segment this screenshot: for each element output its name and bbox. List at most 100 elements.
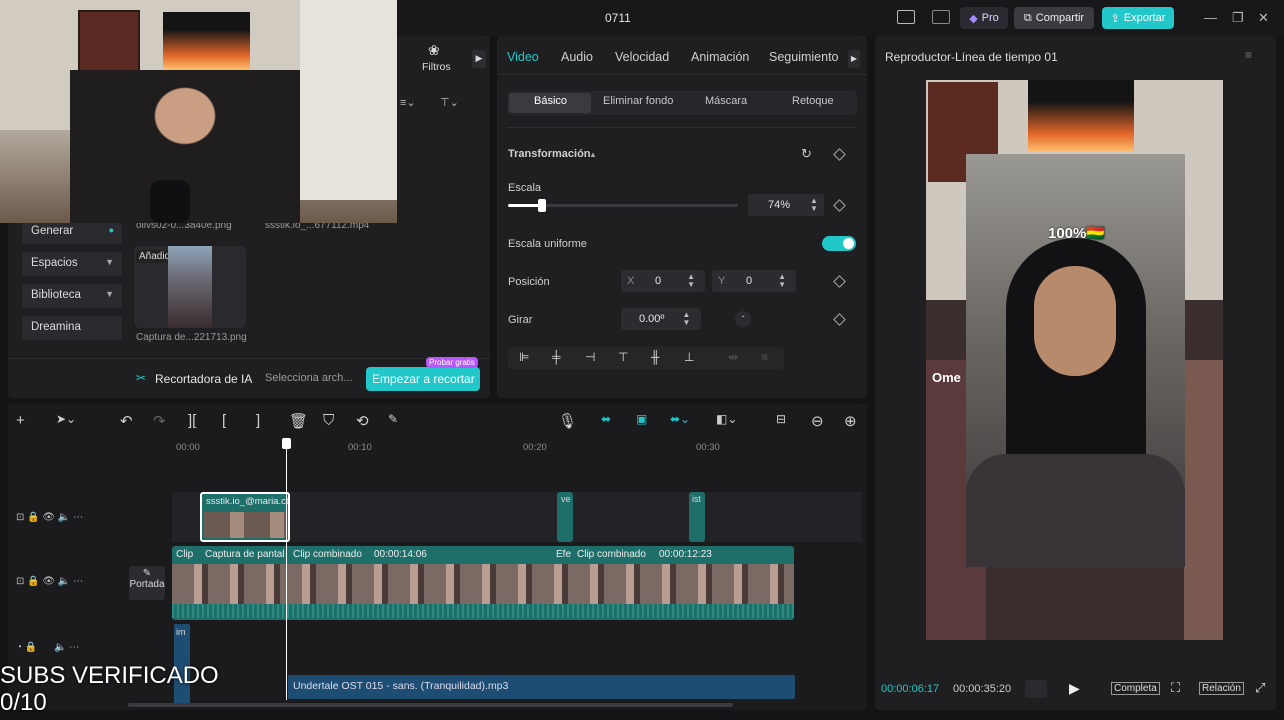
undo-icon[interactable]: ↶ <box>120 412 133 430</box>
split-icon[interactable]: ][ <box>188 412 196 429</box>
keyframe-icon[interactable] <box>833 275 846 288</box>
rotate-dial[interactable]: - <box>735 311 751 327</box>
zoom-in-icon[interactable]: ⊕ <box>844 412 857 430</box>
fit-icon[interactable]: ⊟ <box>776 412 786 426</box>
sort-icon[interactable]: ≡⌄ <box>400 96 416 109</box>
tab-seguimiento[interactable]: Seguimiento <box>769 50 839 64</box>
playhead-handle[interactable] <box>282 438 291 449</box>
sidebar-item-dreamina[interactable]: Dreamina <box>22 316 122 340</box>
shortcut-icon[interactable] <box>932 10 950 24</box>
sidebar-item-generar[interactable]: Generar ● <box>22 220 122 244</box>
chevron-down-icon: ● <box>108 225 114 235</box>
align-left-icon[interactable]: ⊫ <box>519 350 529 364</box>
distribute-h-icon[interactable]: ⇹ <box>728 350 738 364</box>
scale-slider-handle[interactable] <box>538 199 547 212</box>
audio-clip[interactable]: Undertale OST 015 - sans. (Tranquilidad)… <box>288 675 795 699</box>
start-cut-button[interactable]: Empezar a recortar <box>366 367 480 391</box>
align-top-icon[interactable]: ⊤ <box>618 350 628 364</box>
tab-audio[interactable]: Audio <box>561 50 593 64</box>
tab-video[interactable]: Video <box>507 50 539 64</box>
subtab-eliminar-fondo[interactable]: Eliminar fondo <box>603 95 673 107</box>
align-center-h-icon[interactable]: ╪ <box>552 350 561 364</box>
overlay-clip-ve[interactable]: ve <box>557 492 573 542</box>
align-right-icon[interactable]: ⊣ <box>585 350 595 364</box>
overlay-clip[interactable]: ssstik.io_@maria.ct <box>200 492 290 542</box>
shield-icon[interactable]: ⛉ <box>323 412 334 429</box>
tabs-next-icon[interactable]: ▶ <box>848 50 860 68</box>
select-tool-icon[interactable]: ➤⌄ <box>56 412 76 426</box>
rotate-input[interactable]: 0.00º ▲ ▼ <box>621 308 701 330</box>
panel-expand-icon[interactable]: ▶ <box>472 50 486 68</box>
play-icon[interactable]: ▶ <box>1069 680 1080 697</box>
uniform-scale-toggle[interactable] <box>822 236 856 251</box>
filters-tab[interactable]: Filtros <box>422 61 451 73</box>
split-left-icon[interactable]: [ <box>222 412 226 429</box>
overlay-video[interactable]: 100%🇧🇴 <box>966 154 1185 567</box>
media-thumbnail[interactable]: Añadido <box>134 246 246 328</box>
timeline-mode-icon[interactable] <box>1025 680 1047 698</box>
share-button[interactable]: ⧉ Compartir <box>1014 7 1094 29</box>
stepper-icon[interactable]: ▲ ▼ <box>778 273 786 289</box>
align-bottom-icon[interactable]: ⊥ <box>684 350 694 364</box>
position-x-input[interactable]: X 0 ▲ ▼ <box>621 270 705 292</box>
share-label: Compartir <box>1035 12 1085 24</box>
ratio-button[interactable]: Relación <box>1199 682 1244 695</box>
more-tools-icon[interactable]: ✎ <box>388 412 398 426</box>
filters-icon[interactable]: ❀ <box>428 42 440 59</box>
fullscreen-icon[interactable]: ⤢ <box>1255 680 1265 696</box>
close-icon[interactable]: ✕ <box>1258 10 1269 26</box>
transform-heading[interactable]: Transformación <box>508 148 591 160</box>
distribute-v-icon[interactable]: ≡ <box>761 350 768 364</box>
timeline-scrollbar[interactable] <box>128 703 733 707</box>
subtab-mascara[interactable]: Máscara <box>705 95 747 107</box>
crop-icon[interactable]: ⟲ <box>356 412 369 430</box>
layout-icon[interactable] <box>897 10 915 24</box>
align-center-v-icon[interactable]: ╫ <box>651 350 660 364</box>
rotate-value: 0.00º <box>639 313 665 325</box>
overlay-clip-ist[interactable]: ist <box>689 492 705 542</box>
subtab-retoque[interactable]: Retoque <box>792 95 834 107</box>
track-toggle-icon[interactable]: ◔ 🔒 🔈 ⋯ <box>16 642 79 653</box>
scale-slider[interactable] <box>508 199 738 212</box>
ai-icon[interactable]: ▣ <box>636 412 647 426</box>
add-icon[interactable]: + <box>16 412 25 429</box>
cover-button[interactable]: ✎ Portada <box>129 566 165 600</box>
preview-axis-icon[interactable]: ◧⌄ <box>716 412 737 426</box>
cover-label: Portada <box>129 579 165 590</box>
tab-animacion[interactable]: Animación <box>691 50 749 64</box>
position-y-input[interactable]: Y 0 ▲ ▼ <box>712 270 796 292</box>
track-toggle-icon[interactable]: ⊡ 🔒 👁 🔈 ⋯ <box>16 512 83 523</box>
playhead[interactable] <box>286 440 287 700</box>
export-button[interactable]: ⇪ Exportar <box>1102 7 1174 29</box>
track-toggle-icon[interactable]: ⊡ 🔒 👁 🔈 ⋯ <box>16 576 83 587</box>
delete-icon[interactable]: 🗑 <box>289 412 308 430</box>
redo-icon[interactable]: ↷ <box>153 412 166 430</box>
keyframe-icon[interactable] <box>833 313 846 326</box>
stepper-icon[interactable]: ▲ ▼ <box>682 311 690 327</box>
sidebar-item-biblioteca[interactable]: Biblioteca ▼ <box>22 284 122 308</box>
scale-input[interactable]: 74% ▲ ▼ <box>748 194 824 216</box>
subtab-basico[interactable]: Básico <box>534 95 567 107</box>
reset-icon[interactable]: ↻ <box>801 146 812 162</box>
keyframe-icon[interactable] <box>833 148 846 161</box>
zoom-out-icon[interactable]: ⊖ <box>811 412 824 430</box>
maximize-icon[interactable]: ❐ <box>1232 10 1244 26</box>
stepper-icon[interactable]: ▲ ▼ <box>810 197 818 213</box>
screenshot-icon[interactable]: ⛶ <box>1171 680 1180 696</box>
filter-icon[interactable]: ⊤⌄ <box>440 96 459 109</box>
ruler-tick: 00:00 <box>176 442 200 453</box>
link-clip-icon[interactable]: ⬌ <box>601 412 611 426</box>
split-right-icon[interactable]: ] <box>256 412 260 429</box>
keyframe-icon[interactable] <box>833 199 846 212</box>
snap-icon[interactable]: ⬌⌄ <box>670 412 690 426</box>
select-file-link[interactable]: Selecciona arch... <box>265 372 352 384</box>
full-quality-button[interactable]: Completa <box>1111 682 1160 695</box>
menu-icon[interactable]: ≡ <box>1245 48 1252 62</box>
mic-icon[interactable]: 🎙 <box>558 412 577 430</box>
sidebar-item-espacios[interactable]: Espacios ▼ <box>22 252 122 276</box>
pro-button[interactable]: ◆ Pro <box>960 7 1008 29</box>
tab-velocidad[interactable]: Velocidad <box>615 50 669 64</box>
preview-canvas[interactable]: Ome 100%🇧🇴 <box>926 80 1223 640</box>
minimize-icon[interactable]: — <box>1204 10 1217 25</box>
stepper-icon[interactable]: ▲ ▼ <box>687 273 695 289</box>
